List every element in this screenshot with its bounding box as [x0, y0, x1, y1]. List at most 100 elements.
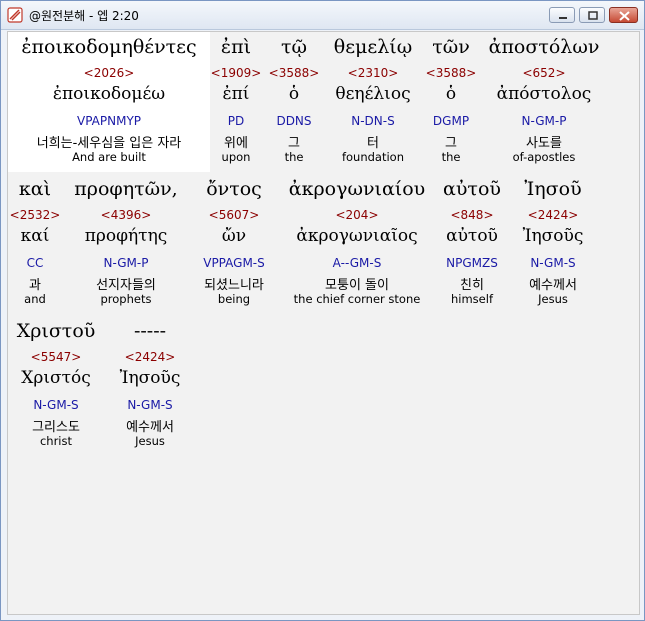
english-gloss: the chief corner stone: [293, 292, 421, 306]
korean-gloss: 그리스도: [32, 420, 80, 435]
lemma: Χριστός: [21, 368, 91, 388]
english-gloss: upon: [221, 150, 251, 164]
korean-gloss: 너희는-세우심을 입은 자라: [36, 136, 182, 151]
english-gloss: of-apostles: [512, 150, 576, 164]
strong-number: <2310>: [347, 66, 399, 80]
maximize-icon: [588, 11, 598, 20]
minimize-button[interactable]: [549, 7, 575, 23]
lemma: Ἰησοῦς: [119, 368, 181, 388]
strong-number: <652>: [522, 66, 566, 80]
word-block[interactable]: ----- <2424> Ἰησοῦς N-GM-S 예수께서 Jesus: [108, 316, 192, 456]
english-gloss: himself: [451, 292, 493, 306]
lemma: ἀπόστολος: [496, 84, 592, 104]
english-gloss: the: [441, 150, 461, 164]
lemma: αὐτοῦ: [446, 226, 498, 246]
parsing-code: DGMP: [432, 114, 470, 128]
parsing-code: VPAPNMYP: [76, 114, 142, 128]
korean-gloss: 예수께서: [529, 278, 577, 293]
lemma: ὁ: [288, 84, 300, 104]
word-block[interactable]: ὄντος <5607> ὤν VPPAGM-S 되셨느니라 being: [188, 174, 280, 314]
word-block[interactable]: αὐτοῦ <848> αὐτοῦ NPGMZS 친히 himself: [434, 174, 510, 314]
greek-word: ἀκρογωνιαίου: [288, 178, 426, 200]
strong-number: <848>: [450, 208, 494, 222]
korean-gloss: 되셨느니라: [204, 278, 264, 293]
greek-word: ἐποικοδομηθέντες: [21, 36, 197, 58]
word-block[interactable]: Χριστοῦ <5547> Χριστός N-GM-S 그리스도 chris…: [8, 316, 104, 456]
parsing-code: PD: [227, 114, 245, 128]
strong-number: <3588>: [425, 66, 477, 80]
parsing-code: A--GM-S: [332, 256, 382, 270]
parsing-code: NPGMZS: [446, 256, 498, 270]
word-block[interactable]: ἐποικοδομηθέντες <2026> ἐποικοδομέω VPAP…: [8, 32, 210, 172]
word-block[interactable]: καὶ <2532> καί CC 과 and: [8, 174, 62, 314]
strong-number: <2424>: [124, 350, 176, 364]
parsing-code: N-GM-S: [33, 398, 79, 412]
word-block[interactable]: ἐπὶ <1909> ἐπί PD 위에 upon: [210, 32, 262, 172]
strong-number: <3588>: [268, 66, 320, 80]
word-block[interactable]: θεμελίῳ <2310> θεηέλιος N-DN-S 터 foundat…: [326, 32, 420, 172]
english-gloss: being: [217, 292, 251, 306]
korean-gloss: 위에: [224, 136, 248, 151]
parsing-code: DDNS: [276, 114, 312, 128]
interlinear-panel: ἐποικοδομηθέντες <2026> ἐποικοδομέω VPAP…: [7, 31, 640, 615]
parsing-code: N-GM-S: [127, 398, 173, 412]
english-gloss: the: [284, 150, 304, 164]
parsing-code: VPPAGM-S: [203, 256, 265, 270]
english-gloss: Jesus: [135, 434, 165, 448]
greek-word: τῶν: [432, 36, 470, 58]
greek-word: Χριστοῦ: [16, 320, 96, 342]
korean-gloss: 그: [288, 136, 300, 151]
english-gloss: christ: [39, 434, 73, 448]
close-icon: [619, 11, 630, 21]
greek-word: προφητῶν,: [74, 178, 178, 200]
english-gloss: And are built: [72, 150, 146, 164]
korean-gloss: 터: [367, 136, 379, 151]
app-icon: [7, 7, 23, 23]
korean-gloss: 친히: [460, 278, 484, 293]
parsing-code: N-GM-S: [530, 256, 576, 270]
maximize-button[interactable]: [579, 7, 605, 23]
greek-word: ἐπὶ: [220, 36, 252, 58]
minimize-icon: [559, 17, 567, 19]
lemma: καί: [20, 226, 50, 246]
korean-gloss: 그: [445, 136, 457, 151]
lemma: ἀκρογωνιαῖος: [296, 226, 418, 246]
lemma: ὤν: [221, 226, 247, 246]
lemma: ὁ: [445, 84, 457, 104]
greek-word: Ἰησοῦ: [524, 178, 582, 200]
lemma: ἐπί: [222, 84, 250, 104]
english-gloss: prophets: [100, 292, 152, 306]
window-title: @원전분해 - 엡 2:20: [29, 9, 139, 23]
korean-gloss: 모퉁이 돌이: [325, 278, 389, 293]
strong-number: <4396>: [100, 208, 152, 222]
word-block[interactable]: τῷ <3588> ὁ DDNS 그 the: [266, 32, 322, 172]
title-bar[interactable]: @원전분해 - 엡 2:20: [1, 1, 644, 30]
parsing-code: CC: [26, 256, 44, 270]
greek-word: ὄντος: [206, 178, 262, 200]
lemma: Ἰησοῦς: [522, 226, 584, 246]
korean-gloss: 과: [29, 278, 41, 293]
english-gloss: foundation: [341, 150, 405, 164]
greek-word: τῷ: [280, 36, 307, 58]
strong-number: <2424>: [527, 208, 579, 222]
word-block[interactable]: Ἰησοῦ <2424> Ἰησοῦς N-GM-S 예수께서 Jesus: [512, 174, 594, 314]
strong-number: <1909>: [210, 66, 262, 80]
english-gloss: Jesus: [538, 292, 568, 306]
korean-gloss: 선지자들의: [96, 278, 156, 293]
strong-number: <2026>: [83, 66, 135, 80]
word-block[interactable]: ἀκρογωνιαίου <204> ἀκρογωνιαῖος A--GM-S …: [282, 174, 432, 314]
word-block[interactable]: ἀποστόλων <652> ἀπόστολος N-GM-P 사도를 of-…: [480, 32, 608, 172]
close-button[interactable]: [609, 7, 638, 23]
parsing-code: N-GM-P: [103, 256, 149, 270]
strong-number: <2532>: [9, 208, 61, 222]
greek-word: αὐτοῦ: [443, 178, 501, 200]
word-block[interactable]: τῶν <3588> ὁ DGMP 그 the: [422, 32, 480, 172]
greek-word: θεμελίῳ: [333, 36, 413, 58]
greek-word: καὶ: [18, 178, 52, 200]
lemma: θεηέλιος: [335, 84, 411, 104]
greek-word: ἀποστόλων: [488, 36, 600, 58]
parsing-code: N-DN-S: [351, 114, 395, 128]
strong-number: <5607>: [208, 208, 260, 222]
word-block[interactable]: προφητῶν, <4396> προφήτης N-GM-P 선지자들의 p…: [66, 174, 186, 314]
lemma: προφήτης: [84, 226, 168, 246]
